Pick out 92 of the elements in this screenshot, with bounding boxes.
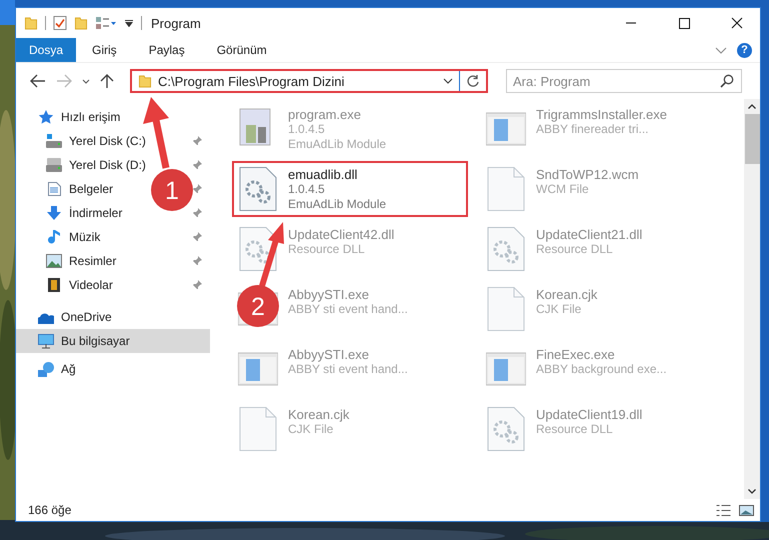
expand-ribbon-icon[interactable] — [715, 46, 727, 54]
file-item[interactable]: emuadlib.dll 1.0.4.5 EmuAdLib Module — [232, 161, 468, 217]
music-icon — [46, 230, 62, 244]
up-icon[interactable] — [100, 73, 114, 89]
sidebar-item[interactable]: Resimler — [16, 249, 122, 273]
file-detail: CJK File — [288, 422, 334, 437]
file-detail: Resource DLL — [536, 422, 614, 437]
file-name: UpdateClient19.dll — [536, 407, 642, 422]
search-icon — [720, 74, 734, 88]
pin-icon[interactable] — [192, 280, 202, 290]
network-icon — [38, 362, 54, 376]
gear-file-icon — [486, 227, 526, 271]
file-name: UpdateClient21.dll — [536, 227, 642, 242]
folder-icon — [138, 74, 152, 88]
step-badge: 2 — [237, 285, 279, 327]
sidebar-item[interactable]: Bu bilgisayar — [16, 329, 210, 353]
large-icons-view-icon[interactable] — [739, 504, 754, 516]
window-title: Program — [151, 16, 201, 30]
drive-c-icon — [46, 134, 62, 148]
star-icon — [38, 110, 54, 124]
gear-file-icon — [238, 227, 278, 271]
sidebar-item[interactable]: Ağ — [16, 357, 82, 381]
computer-icon — [38, 334, 54, 348]
scroll-down-icon[interactable] — [748, 489, 756, 494]
properties-icon[interactable] — [95, 16, 117, 30]
file-detail: ABBY background exe... — [536, 362, 667, 377]
pin-icon[interactable] — [192, 208, 202, 218]
help-button[interactable]: ? — [737, 42, 752, 58]
file-detail: Resource DLL — [536, 242, 614, 257]
file-name: AbbyySTI.exe — [288, 347, 370, 362]
pin-icon[interactable] — [192, 232, 202, 242]
videos-icon — [46, 278, 62, 292]
dropdown-icon[interactable] — [443, 78, 453, 84]
download-icon — [46, 206, 62, 220]
sidebar-item[interactable]: Yerel Disk (C:) — [16, 129, 152, 153]
blank-file-icon — [238, 407, 278, 451]
scroll-thumb[interactable] — [744, 114, 760, 164]
sidebar-item[interactable]: Videolar — [16, 273, 119, 297]
ribbon-tab[interactable]: Dosya — [16, 38, 76, 62]
pin-icon[interactable] — [192, 184, 202, 194]
file-name: SndToWP12.wcm — [536, 167, 639, 182]
file-name: FineExec.exe — [536, 347, 616, 362]
sidebar-item[interactable]: İndirmeler — [16, 201, 128, 225]
pin-icon[interactable] — [192, 256, 202, 266]
file-name: emuadlib.dll — [288, 167, 358, 182]
file-detail: 1.0.4.5 — [288, 122, 326, 137]
sidebar-item[interactable]: Hızlı erişim — [16, 105, 126, 129]
file-name: program.exe — [288, 107, 362, 122]
pin-icon[interactable] — [192, 136, 202, 146]
details-view-icon[interactable] — [716, 504, 731, 516]
ribbon-tab[interactable]: Paylaş — [132, 38, 201, 62]
checklist-icon[interactable] — [53, 16, 67, 30]
file-detail: ABBY finereader tri... — [536, 122, 650, 137]
arrow — [259, 222, 284, 287]
file-detail: Resource DLL — [288, 242, 366, 257]
recent-dropdown-icon[interactable] — [82, 78, 90, 84]
file-name: Korean.cjk — [536, 287, 598, 302]
ribbon-tab[interactable]: Giriş — [76, 38, 133, 62]
gear-file-icon — [238, 167, 278, 211]
file-name: AbbyySTI.exe — [288, 287, 370, 302]
file-detail: EmuAdLib Module — [288, 137, 386, 152]
blank-file-icon — [486, 287, 526, 331]
search-field[interactable]: Ara: Program — [506, 69, 742, 93]
item-count: 166 öğe — [28, 503, 72, 517]
blank-file-icon — [486, 167, 526, 211]
file-detail: CJK File — [536, 302, 582, 317]
file-detail: WCM File — [536, 182, 590, 197]
pictures-icon — [46, 254, 62, 268]
file-name: UpdateClient42.dll — [288, 227, 394, 242]
refresh-icon[interactable] — [466, 74, 480, 88]
ribbon-tab[interactable]: Görünüm — [200, 38, 283, 62]
scrollbar[interactable] — [744, 99, 760, 499]
file-detail: ABBY sti event hand... — [288, 302, 408, 317]
address-path: C:\Program Files\Program Dizini — [158, 74, 346, 88]
file-detail: EmuAdLib Module — [288, 197, 386, 212]
file-name: TrigrammsInstaller.exe — [536, 107, 667, 122]
scroll-up-icon[interactable] — [748, 104, 756, 109]
sidebar-item[interactable]: OneDrive — [16, 305, 118, 329]
back-icon[interactable] — [30, 74, 46, 88]
file-name: Korean.cjk — [288, 407, 350, 422]
drive-icon — [46, 158, 62, 172]
sidebar-item[interactable]: Yerel Disk (D:) — [16, 153, 152, 177]
sidebar-item[interactable]: Müzik — [16, 225, 106, 249]
sidebar-item[interactable]: Belgeler — [16, 177, 120, 201]
step-badge: 1 — [151, 169, 193, 211]
file-detail: 1.0.4.5 — [288, 182, 326, 197]
docs-icon — [46, 182, 62, 196]
address-bar[interactable]: C:\Program Files\Program Dizini — [130, 69, 488, 93]
pin-icon[interactable] — [192, 160, 202, 170]
file-detail: ABBY sti event hand... — [288, 362, 408, 377]
gear-file-icon — [486, 407, 526, 451]
customize-icon[interactable] — [124, 20, 134, 26]
